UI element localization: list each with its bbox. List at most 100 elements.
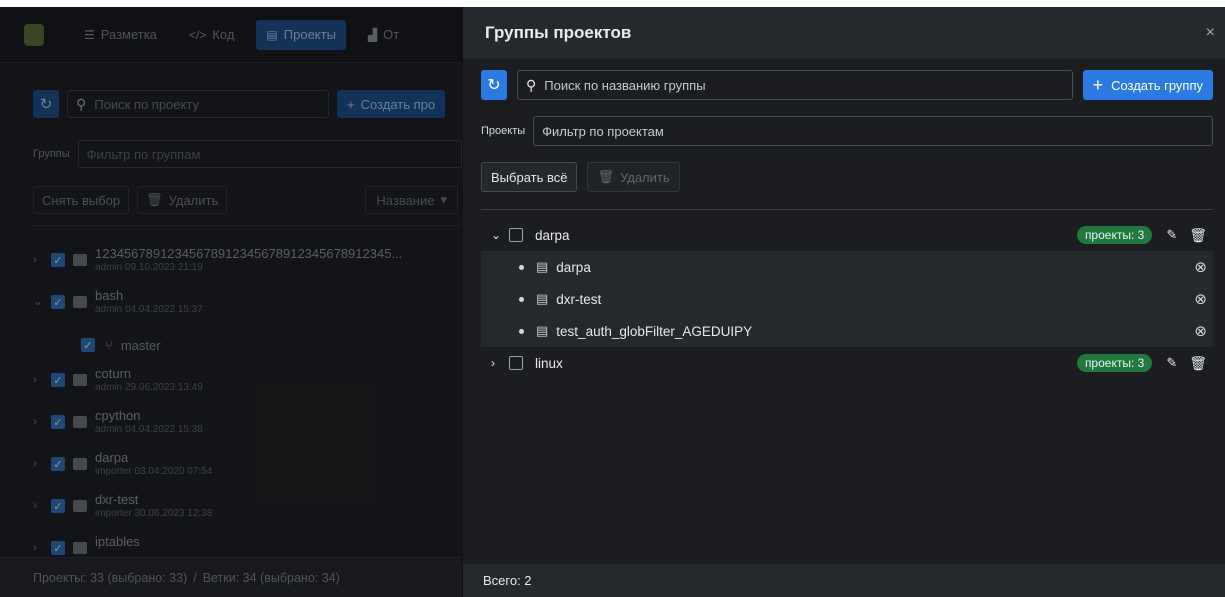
search-placeholder: Поиск по названию группы	[544, 77, 706, 93]
projects-filter-row: Проекты Фильтр по проектам	[481, 116, 1213, 146]
refresh-icon: ↻	[487, 77, 501, 94]
tab-label: Код	[212, 27, 235, 42]
project-meta: admin 09.10.2023 21:19	[95, 261, 203, 273]
separator: /	[193, 570, 197, 585]
project-row[interactable]: › ✓ 123456789123456789123456789123456789…	[33, 243, 462, 285]
create-group-label: Создать группу	[1111, 77, 1203, 93]
deselect-label: Снять выбор	[42, 192, 121, 208]
groups-filter-input[interactable]: Фильтр по группам	[77, 140, 462, 168]
projects-count: Проекты: 33 (выбрано: 33)	[33, 570, 188, 585]
archive-icon	[73, 542, 87, 554]
status-bar: Проекты: 33 (выбрано: 33) / Ветки: 34 (в…	[0, 557, 462, 597]
archive-icon: ▤	[266, 27, 278, 42]
trash-icon: 🗑	[146, 192, 163, 207]
project-name: 1234567891234567891234567891234567891234…	[95, 246, 403, 261]
project-meta: importer 30.06.2023 12:38	[95, 507, 213, 519]
project-meta: admin 29.06.2023 13:49	[95, 381, 203, 393]
chevron-right-icon[interactable]: ›	[33, 414, 51, 428]
project-row[interactable]: › ✓ dxr-test importer 30.06.2023 12:38	[33, 489, 462, 531]
pencil-icon[interactable]: ✎	[1166, 227, 1177, 243]
group-search-input[interactable]: ⚲ Поиск по названию группы	[517, 70, 1073, 100]
checkbox-checked[interactable]: ✓	[51, 373, 65, 387]
deselect-button[interactable]: Снять выбор	[33, 186, 130, 214]
archive-icon	[73, 416, 87, 428]
create-group-button[interactable]: + Создать группу	[1082, 70, 1213, 100]
checkbox-checked[interactable]: ✓	[51, 253, 65, 267]
project-name: dxr-test	[95, 492, 139, 507]
delete-label: Удалить	[619, 169, 670, 185]
checkbox-checked[interactable]: ✓	[51, 541, 65, 555]
project-name: darpa	[95, 450, 129, 465]
projects-label: Проекты	[481, 125, 526, 137]
tab-markup[interactable]: ☰ Разметка	[74, 20, 167, 50]
bullet	[519, 264, 524, 270]
project-row[interactable]: ⌄ ✓ bash admin 04.04.2022 15:37	[33, 285, 462, 327]
project-toolbar: ↻ ⚲ Поиск по проекту + Создать про	[33, 90, 462, 118]
remove-circle-icon[interactable]: ⊗	[1194, 322, 1207, 340]
chevron-right-icon[interactable]: ›	[33, 456, 51, 470]
chevron-right-icon[interactable]: ›	[33, 498, 51, 512]
pencil-icon[interactable]: ✎	[1166, 355, 1177, 371]
dialog-toolbar: ↻ ⚲ Поиск по названию группы + Создать г…	[481, 70, 1213, 100]
select-all-label: Выбрать всё	[491, 169, 568, 185]
project-search-input[interactable]: ⚲ Поиск по проекту	[67, 90, 329, 118]
dialog-header: Группы проектов ×	[463, 7, 1225, 59]
close-icon[interactable]: ×	[1206, 24, 1215, 42]
project-name: bash	[95, 288, 124, 303]
create-project-button[interactable]: + Создать про	[337, 90, 446, 118]
tab-projects[interactable]: ▤ Проекты	[256, 19, 346, 50]
search-icon: ⚲	[526, 76, 537, 93]
project-row[interactable]: › ✓ cpython admin 04.04.2022 15:38	[33, 405, 462, 447]
project-name: dxr-test	[556, 291, 602, 307]
checkbox-checked[interactable]: ✓	[51, 457, 65, 471]
sort-label: Название	[376, 192, 435, 208]
delete-button[interactable]: 🗑 Удалить	[137, 186, 228, 214]
refresh-button[interactable]: ↻	[33, 90, 59, 118]
checkbox[interactable]	[509, 228, 523, 242]
project-row[interactable]: › ✓ darpa importer 03.04.2020 07:54	[33, 447, 462, 489]
delete-button[interactable]: 🗑 Удалить	[587, 162, 680, 192]
refresh-icon: ↻	[39, 96, 53, 113]
trash-icon[interactable]: 🗑	[1189, 355, 1207, 372]
chevron-right-icon[interactable]: ›	[33, 540, 51, 554]
tab-reports[interactable]: ▟ От	[358, 20, 409, 50]
background-app: ☰ Разметка </> Код ▤ Проекты ▟ От ↻ ⚲ По…	[0, 7, 462, 597]
select-all-button[interactable]: Выбрать всё	[481, 162, 578, 192]
chevron-down-icon[interactable]: ⌄	[33, 294, 51, 308]
group-name: linux	[535, 355, 563, 371]
checkbox-checked[interactable]: ✓	[51, 499, 65, 513]
create-label: Создать про	[360, 96, 436, 112]
groups-label: Группы	[33, 148, 70, 160]
checkbox[interactable]	[509, 356, 523, 370]
chevron-right-icon[interactable]: ›	[33, 252, 51, 266]
chevron-right-icon[interactable]: ›	[491, 356, 509, 370]
archive-icon: ▤	[536, 323, 549, 338]
projects-filter-input[interactable]: Фильтр по проектам	[533, 116, 1213, 146]
branch-row[interactable]: ✓ ⑂ master	[33, 327, 462, 363]
trash-icon[interactable]: 🗑	[1189, 227, 1207, 244]
tab-label: От	[383, 27, 400, 42]
group-project-item: ▤ test_auth_globFilter_AGEDUIPY ⊗	[481, 315, 1213, 347]
chevron-right-icon[interactable]: ›	[33, 372, 51, 386]
group-row[interactable]: › linux проекты: 3 ✎ 🗑	[481, 347, 1213, 379]
project-groups-dialog: Группы проектов × ↻ ⚲ Поиск по названию …	[462, 7, 1225, 597]
group-row[interactable]: ⌄ darpa проекты: 3 ✎ 🗑	[481, 219, 1213, 251]
chevron-down-icon[interactable]: ⌄	[491, 228, 509, 242]
project-meta: admin 04.04.2022 15:38	[95, 423, 203, 435]
archive-icon	[73, 254, 87, 266]
tab-code[interactable]: </> Код	[179, 20, 244, 50]
project-row[interactable]: › ✓ coturn admin 29.06.2023 13:49	[33, 363, 462, 405]
checkbox-checked[interactable]: ✓	[81, 338, 95, 352]
project-tree: › ✓ 123456789123456789123456789123456789…	[33, 243, 462, 573]
refresh-button[interactable]: ↻	[481, 70, 507, 100]
top-navigation: ☰ Разметка </> Код ▤ Проекты ▟ От	[0, 7, 462, 63]
sort-dropdown[interactable]: Название ▾	[365, 186, 458, 214]
trash-icon: 🗑	[597, 169, 614, 184]
checkbox-checked[interactable]: ✓	[51, 415, 65, 429]
app-logo	[24, 23, 44, 46]
project-name: cpython	[95, 408, 141, 423]
remove-circle-icon[interactable]: ⊗	[1194, 258, 1207, 276]
dialog-footer: Всего: 2	[463, 564, 1225, 597]
remove-circle-icon[interactable]: ⊗	[1194, 290, 1207, 308]
checkbox-checked[interactable]: ✓	[51, 295, 65, 309]
